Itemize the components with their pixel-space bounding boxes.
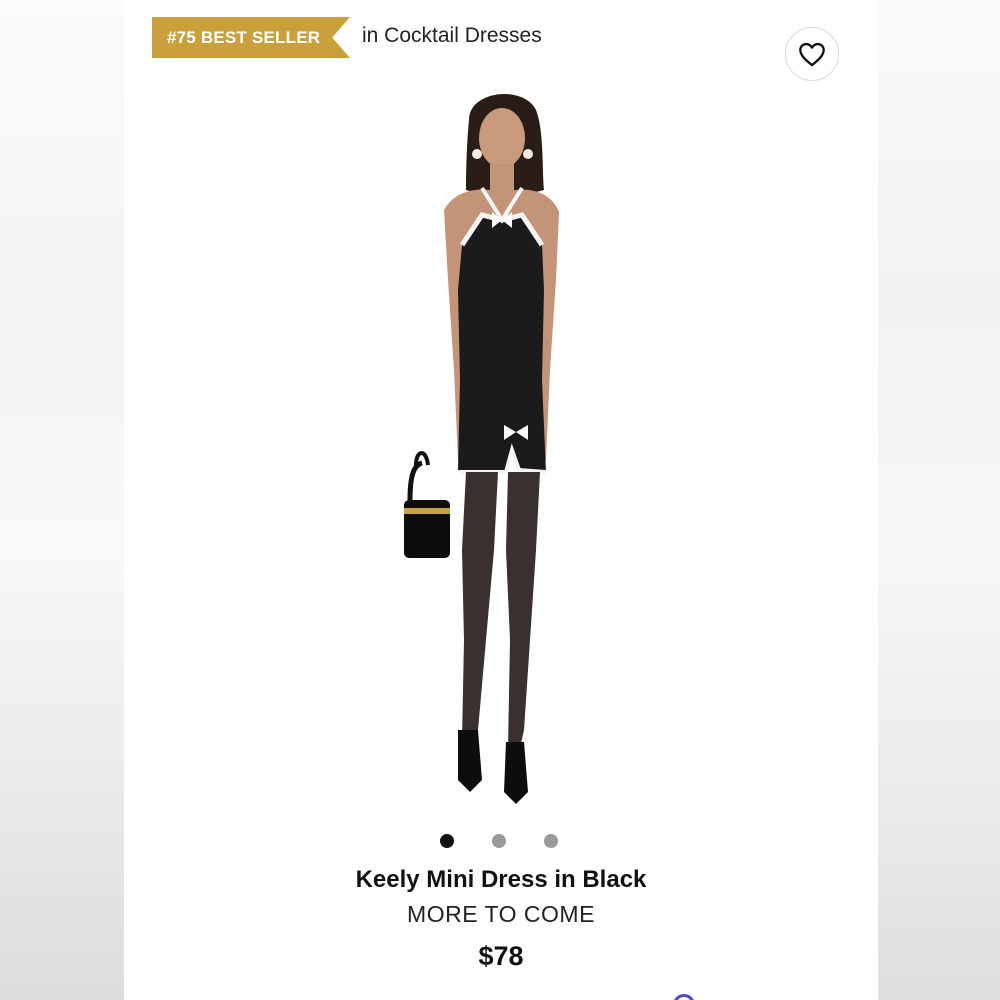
favorite-button[interactable] [785,27,839,81]
product-price: $78 [478,941,524,971]
heart-outline-icon [799,42,825,67]
product-brand[interactable]: MORE TO COME [124,901,878,928]
carousel-dot-2[interactable] [492,834,506,848]
best-seller-badge: #75 BEST SELLER [152,17,350,58]
backdrop-left [0,0,124,1000]
product-card: #75 BEST SELLER in Cocktail Dresses Keel… [124,0,878,1000]
cut-off-button[interactable] [673,994,695,1000]
product-image[interactable] [374,80,634,820]
image-carousel-dots [440,834,558,848]
best-seller-category-link[interactable]: in Cocktail Dresses [362,24,542,48]
carousel-dot-3[interactable] [544,834,558,848]
carousel-dot-1[interactable] [440,834,454,848]
backdrop-right [878,0,1000,1000]
product-name: Keely Mini Dress in Black [355,866,647,893]
